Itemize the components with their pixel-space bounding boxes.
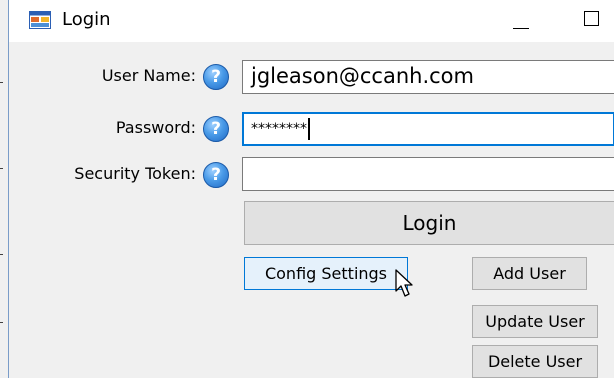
login-button[interactable]: Login <box>244 201 614 245</box>
security-token-help-icon[interactable]: ? <box>203 162 229 188</box>
minimize-icon <box>513 28 529 29</box>
security-token-label: Security Token: <box>74 164 196 183</box>
add-user-button[interactable]: Add User <box>472 257 587 290</box>
username-value: jgleason@ccanh.com <box>251 64 474 88</box>
username-label: User Name: <box>101 66 196 85</box>
security-token-input[interactable] <box>242 157 614 191</box>
edge-tick <box>0 82 3 83</box>
title-bar[interactable]: Login <box>9 0 614 42</box>
edge-tick <box>0 322 3 323</box>
background-window-edge <box>0 0 9 378</box>
maximize-icon <box>584 11 599 26</box>
password-value: ******** <box>251 121 307 137</box>
form-app-icon <box>29 11 51 29</box>
mouse-pointer-icon <box>395 269 413 297</box>
maximize-button[interactable] <box>567 0 613 42</box>
delete-user-button[interactable]: Delete User <box>472 345 598 378</box>
config-settings-button[interactable]: Config Settings <box>244 257 408 290</box>
text-caret <box>308 118 310 140</box>
password-label: Password: <box>115 118 196 137</box>
update-user-button[interactable]: Update User <box>472 305 598 338</box>
edge-tick <box>0 168 3 169</box>
window-title: Login <box>62 9 111 30</box>
edge-tick <box>0 254 3 255</box>
minimize-button[interactable] <box>497 0 543 42</box>
password-help-icon[interactable]: ? <box>203 116 229 142</box>
login-form: User Name: ? jgleason@ccanh.com Password… <box>9 42 614 378</box>
password-input[interactable]: ******** <box>242 112 614 146</box>
username-help-icon[interactable]: ? <box>203 64 229 90</box>
username-input[interactable]: jgleason@ccanh.com <box>242 60 614 94</box>
